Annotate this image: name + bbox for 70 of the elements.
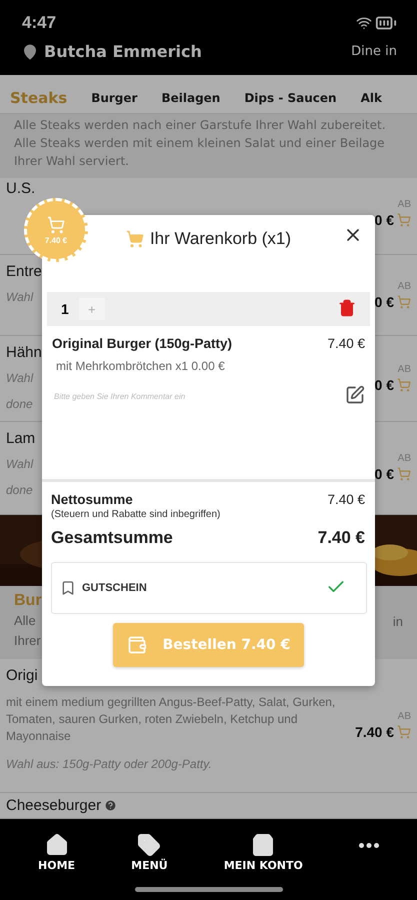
- cart-item-name: Original Burger (150g-Patty): [52, 336, 232, 351]
- item-price: 0 €: [374, 466, 394, 482]
- dialog-title: Ihr Warenkorb (x1): [150, 229, 292, 249]
- wallet-icon: [126, 635, 147, 655]
- section-text: Alle: [14, 612, 37, 630]
- tag-icon: [137, 833, 162, 858]
- item-tag: AB: [398, 710, 411, 722]
- cart-item-option: mit Mehrkombrötchen x1 0.00 €: [42, 351, 375, 373]
- quantity-value: 1: [61, 301, 69, 317]
- category-tab[interactable]: Beilagen: [161, 89, 220, 108]
- more-icon: [358, 843, 379, 848]
- item-title: Hähn: [6, 344, 42, 362]
- nav-tab[interactable]: HOME: [38, 833, 76, 900]
- net-label: Nettosumme: [51, 492, 133, 507]
- bag-icon: [251, 833, 276, 858]
- cart-icon: [47, 216, 65, 234]
- section-title: Bur: [14, 592, 42, 610]
- category-tab[interactable]: Dips - Saucen: [244, 89, 337, 108]
- voucher-label: GUTSCHEIN: [82, 582, 147, 594]
- comment-field[interactable]: Bitte geben Sie Ihren Kommentar ein: [54, 392, 339, 401]
- item-tag: AB: [398, 280, 411, 292]
- item-description: mit einem medium gegrillten Angus-Beef-Patty, Salat, Gurken, Tomaten, sauren Gurken, roten Zwiebeln, Ketchup und Mayonnaise: [6, 694, 336, 745]
- home-icon: [44, 833, 69, 858]
- trash-icon: [338, 298, 356, 316]
- bookmark-icon: [60, 580, 76, 596]
- item-tag: AB: [398, 198, 411, 210]
- item-price: 7.40 €: [355, 724, 394, 740]
- item-price: 0 €: [374, 377, 394, 394]
- order-mode[interactable]: Dine in: [351, 44, 397, 59]
- item-note: Wahl: [6, 289, 34, 306]
- item-price: 0 €: [374, 212, 394, 228]
- cart-icon[interactable]: [397, 212, 411, 227]
- item-title: Lam: [6, 430, 36, 448]
- category-tab[interactable]: Alk: [360, 89, 382, 108]
- item-note: Wahl aus: 150g-Patty oder 200g-Patty.: [6, 756, 213, 773]
- total-value: 7.40 €: [318, 528, 365, 548]
- cart-icon: [126, 230, 144, 248]
- voucher-field[interactable]: GUTSCHEIN: [51, 562, 367, 614]
- cart-icon[interactable]: [397, 467, 411, 482]
- tax-note: (Steuern und Rabatte sind inbegriffen): [50, 508, 222, 520]
- section-text: Ihrer: [14, 632, 42, 650]
- category-description: Alle Steaks werden nach einer Garstufe Ihrer Wahl zubereitet. Alle Steaks werden mit einem kleinen Salat und einer Beilage Ihrer Wahl serviert.: [0, 114, 417, 178]
- item-price: 0 €: [374, 294, 394, 310]
- cart-icon[interactable]: [397, 294, 411, 309]
- item-note: Wahl: [6, 456, 34, 474]
- item-title: Entre: [6, 263, 42, 280]
- section-text: in: [392, 613, 403, 632]
- wifi-icon: [356, 15, 372, 31]
- edit-icon: [345, 385, 365, 405]
- item-title: U.S.: [6, 180, 36, 198]
- item-tag: AB: [398, 453, 411, 464]
- item-tag: AB: [398, 364, 411, 376]
- net-value: 7.40 €: [327, 492, 365, 507]
- location-pin-icon: [22, 44, 38, 60]
- total-label: Gesamtsumme: [51, 528, 173, 548]
- restaurant-name[interactable]: Butcha Emmerich: [44, 42, 202, 61]
- category-tab[interactable]: Burger: [91, 89, 138, 108]
- item-note: done: [6, 396, 34, 414]
- cart-icon[interactable]: [397, 378, 411, 392]
- item-note: done: [6, 482, 34, 500]
- help-icon[interactable]: [104, 799, 118, 812]
- item-title: Cheeseburger: [6, 797, 102, 814]
- cart-item-price: 7.40 €: [327, 336, 365, 351]
- nav-tab[interactable]: MEIN KONTO: [224, 833, 303, 900]
- cart-icon[interactable]: [397, 724, 411, 739]
- status-time: 4:47: [22, 13, 56, 33]
- item-note: Wahl: [6, 370, 34, 388]
- delete-button[interactable]: [338, 298, 356, 320]
- item-title: Origi: [6, 666, 39, 684]
- nav-tab[interactable]: MENÜ: [131, 833, 168, 900]
